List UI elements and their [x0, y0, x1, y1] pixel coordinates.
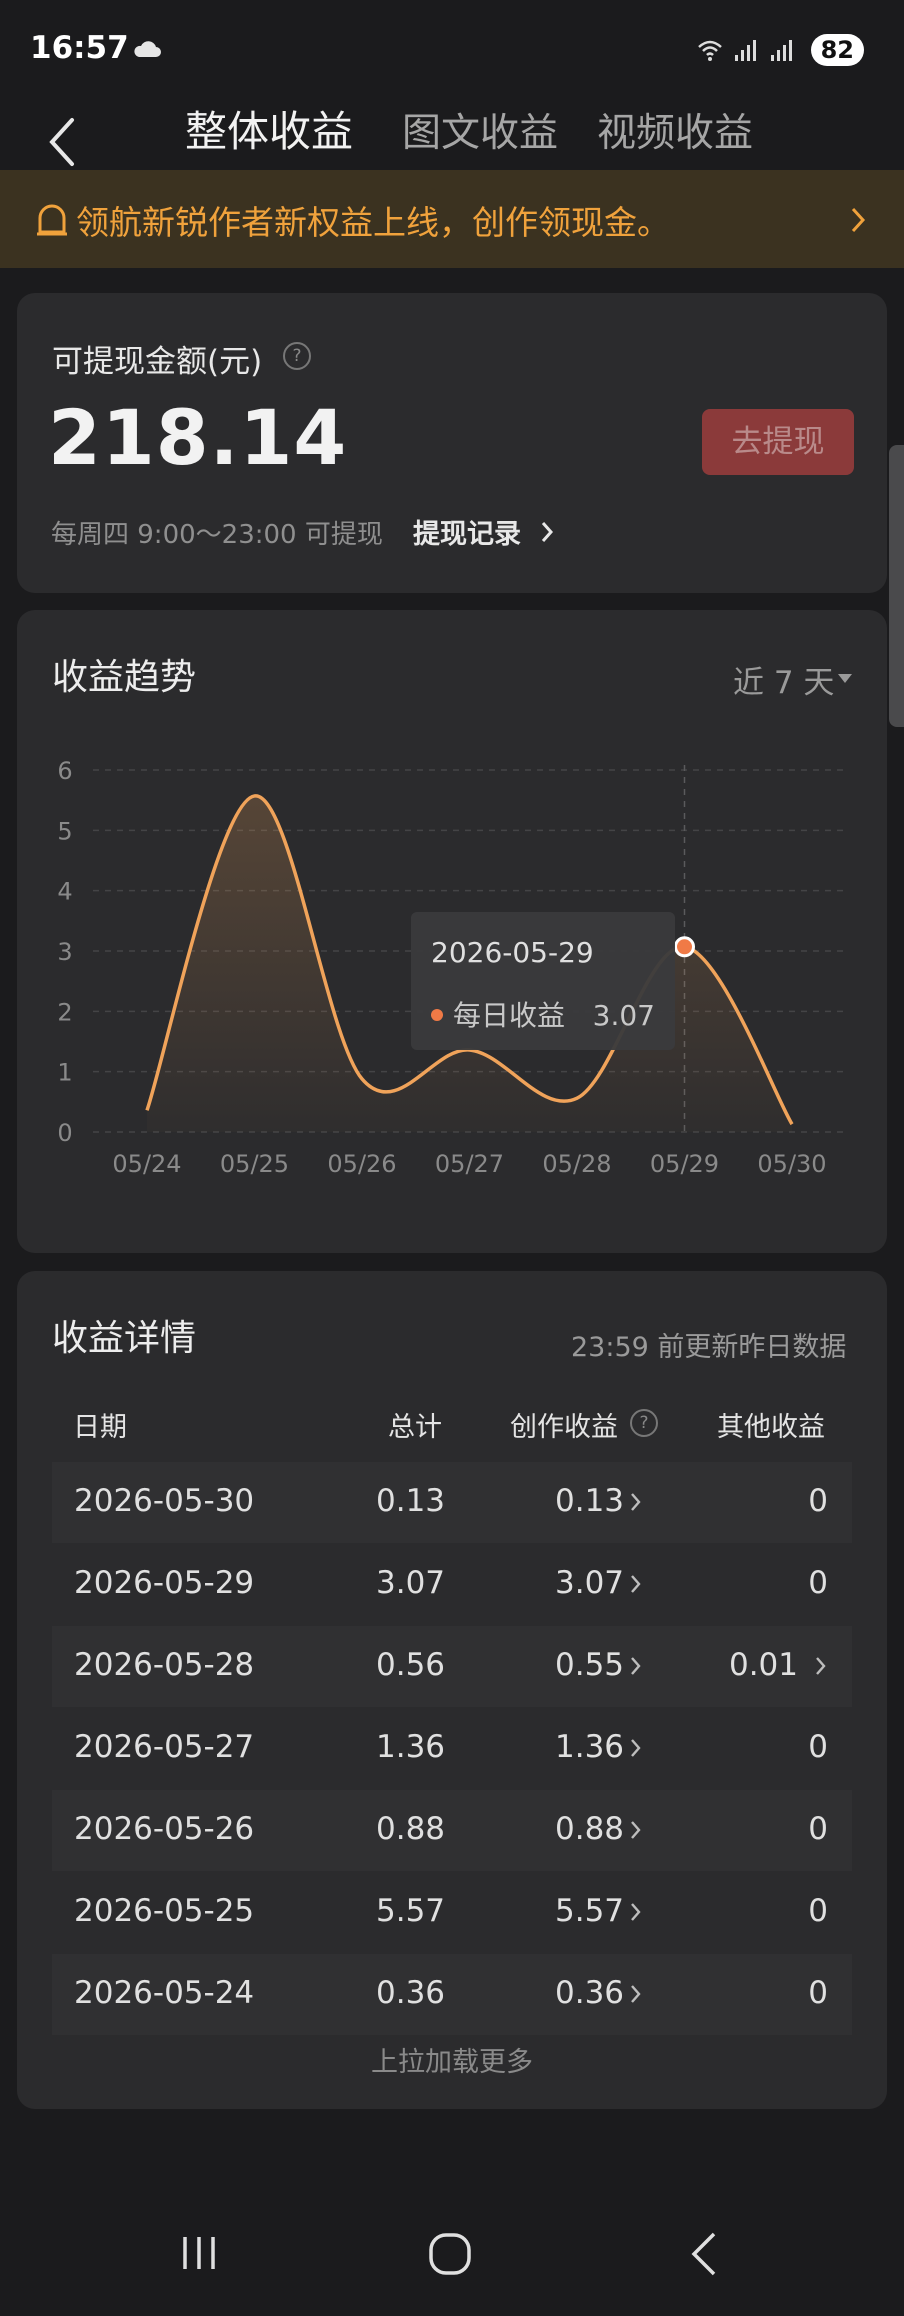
chevron-right-icon[interactable] — [815, 1655, 826, 1677]
details-update-note: 23:59 前更新昨日数据 — [571, 1332, 847, 1363]
row-creation[interactable]: 3.07 — [555, 1565, 624, 1601]
status-icons: 82 — [697, 34, 864, 66]
trend-chart[interactable]: 0 1 2 3 4 5 6 05/24 05/25 05/26 05/27 05/28 05/29 05… — [17, 730, 887, 1190]
tooltip-marker — [431, 1009, 443, 1021]
table-row[interactable]: 2026-05-30 0.13 0.13 0 — [52, 1462, 852, 1543]
highlight-point[interactable] — [674, 936, 695, 958]
range-dropdown[interactable]: 近 7 天 — [733, 657, 834, 702]
table-row[interactable]: 2026-05-24 0.36 0.36 0 — [52, 1954, 852, 2035]
row-date: 2026-05-30 — [74, 1483, 255, 1519]
home-icon[interactable] — [428, 2232, 472, 2276]
row-creation[interactable]: 5.57 — [555, 1893, 624, 1929]
row-date: 2026-05-29 — [74, 1565, 255, 1601]
withdraw-schedule-note: 每周四 9:00～23:00 可提现 — [51, 520, 383, 550]
row-other: 0 — [808, 1483, 828, 1519]
withdraw-amount: 218.14 — [48, 393, 348, 482]
battery-indicator: 82 — [810, 34, 864, 66]
row-other: 0 — [808, 1565, 828, 1601]
tooltip-label: 每日收益 — [453, 999, 565, 1032]
y-tick-label: 3 — [57, 938, 72, 966]
row-date: 2026-05-25 — [74, 1893, 255, 1929]
bell-icon — [37, 204, 67, 236]
x-tick-label: 05/29 — [650, 1150, 719, 1178]
withdraw-button[interactable]: 去提现 — [702, 409, 854, 475]
table-row[interactable]: 2026-05-27 1.36 1.36 0 — [52, 1708, 852, 1789]
banner-text[interactable]: 领航新锐作者新权益上线，创作领现金。 — [76, 196, 670, 244]
tab-article[interactable]: 图文收益 — [402, 102, 558, 158]
row-total: 0.13 — [376, 1483, 446, 1519]
status-time: 16:57 — [30, 30, 129, 66]
x-tick-label: 05/25 — [220, 1150, 289, 1178]
back-arrow-icon[interactable] — [40, 112, 84, 172]
row-date: 2026-05-24 — [74, 1975, 255, 2011]
column-header-total: 总计 — [388, 1412, 442, 1443]
x-tick-label: 05/26 — [327, 1150, 396, 1178]
row-other: 0 — [808, 1975, 828, 2011]
row-total: 0.56 — [376, 1647, 446, 1683]
table-row[interactable]: 2026-05-28 0.56 0.55 0.01 — [52, 1626, 852, 1707]
recent-apps-icon[interactable] — [177, 2235, 221, 2271]
row-creation[interactable]: 0.36 — [555, 1975, 624, 2011]
chevron-right-icon[interactable] — [630, 1655, 641, 1677]
row-total: 0.36 — [376, 1975, 446, 2011]
row-total: 3.07 — [376, 1565, 446, 1601]
tab-video[interactable]: 视频收益 — [597, 102, 753, 158]
cloud-icon — [134, 41, 161, 57]
y-tick-label: 6 — [57, 757, 72, 785]
chevron-right-icon[interactable] — [541, 521, 553, 543]
tooltip-date: 2026-05-29 — [431, 936, 594, 969]
signal-icon-2 — [770, 40, 792, 61]
load-more-hint: 上拉加载更多 — [371, 2047, 533, 2078]
chevron-right-icon[interactable] — [848, 205, 868, 235]
row-other[interactable]: 0.01 — [729, 1647, 798, 1683]
x-tick-label: 05/30 — [757, 1150, 826, 1178]
row-creation[interactable]: 1.36 — [555, 1729, 624, 1765]
tooltip-value: 3.07 — [593, 999, 655, 1032]
x-tick-label: 05/24 — [112, 1150, 181, 1178]
y-tick-label: 1 — [57, 1059, 72, 1087]
row-creation[interactable]: 0.55 — [555, 1647, 624, 1683]
row-other: 0 — [808, 1893, 828, 1929]
row-date: 2026-05-28 — [74, 1647, 255, 1683]
withdraw-record-link[interactable]: 提现记录 — [413, 512, 521, 551]
table-row[interactable]: 2026-05-26 0.88 0.88 0 — [52, 1790, 852, 1871]
row-date: 2026-05-26 — [74, 1811, 255, 1847]
y-tick-label: 2 — [57, 998, 72, 1026]
row-creation[interactable]: 0.13 — [555, 1483, 624, 1519]
row-total: 1.36 — [376, 1729, 446, 1765]
caret-down-icon[interactable] — [837, 672, 853, 684]
column-header-creation: 创作收益 — [510, 1412, 618, 1443]
x-tick-label: 05/27 — [435, 1150, 504, 1178]
table-row[interactable]: 2026-05-29 3.07 3.07 0 — [52, 1544, 852, 1625]
trend-title: 收益趋势 — [52, 657, 197, 698]
x-tick-label: 05/28 — [542, 1150, 611, 1178]
y-tick-label: 4 — [57, 878, 72, 906]
column-header-other: 其他收益 — [717, 1412, 825, 1443]
chevron-right-icon[interactable] — [630, 1901, 641, 1923]
chevron-right-icon[interactable] — [630, 1983, 641, 2005]
y-tick-label: 0 — [57, 1119, 72, 1147]
signal-icon — [734, 40, 756, 61]
tab-overall[interactable]: 整体收益 — [185, 98, 353, 159]
row-other: 0 — [808, 1729, 828, 1765]
table-row[interactable]: 2026-05-25 5.57 5.57 0 — [52, 1872, 852, 1953]
column-header-date: 日期 — [73, 1412, 127, 1443]
row-date: 2026-05-27 — [74, 1729, 255, 1765]
chevron-right-icon[interactable] — [630, 1491, 641, 1513]
row-creation[interactable]: 0.88 — [555, 1811, 624, 1847]
row-other: 0 — [808, 1811, 828, 1847]
row-total: 5.57 — [376, 1893, 446, 1929]
row-total: 0.88 — [376, 1811, 446, 1847]
y-tick-label: 5 — [57, 817, 72, 845]
help-icon[interactable]: ? — [283, 342, 311, 370]
scrollbar-thumb[interactable] — [889, 445, 904, 727]
chevron-right-icon[interactable] — [630, 1737, 641, 1759]
help-icon[interactable]: ? — [630, 1409, 658, 1437]
chevron-right-icon[interactable] — [630, 1573, 641, 1595]
chevron-right-icon[interactable] — [630, 1819, 641, 1841]
details-title: 收益详情 — [52, 1318, 197, 1359]
nav-back-icon[interactable] — [688, 2230, 718, 2278]
wifi-icon — [697, 40, 722, 61]
withdraw-label: 可提现金额(元) — [52, 344, 263, 380]
